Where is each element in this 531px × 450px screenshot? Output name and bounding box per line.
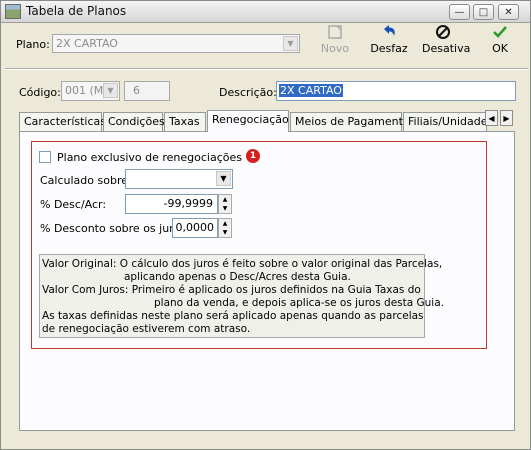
- desconto-juros-field[interactable]: 0,0000: [172, 218, 218, 238]
- tab-scroll-left-icon[interactable]: ◀: [485, 110, 498, 126]
- ok-button[interactable]: OK: [480, 24, 520, 62]
- undo-icon: [368, 24, 410, 42]
- desc-acr-value: -99,9999: [163, 197, 213, 210]
- descricao-field[interactable]: 2X CARTAO: [276, 81, 516, 101]
- info-line-1: Valor Original: O cálculo dos juros é fe…: [42, 258, 443, 270]
- plano-exclusivo-label: Plano exclusivo de renegociações: [57, 151, 242, 164]
- desc-acr-label: % Desc/Acr:: [40, 198, 107, 211]
- desconto-juros-value: 0,0000: [175, 221, 215, 234]
- tab-taxas[interactable]: Taxas: [164, 112, 206, 131]
- info-panel: Valor Original: O cálculo dos juros é fe…: [39, 254, 444, 338]
- info-line-3: Valor Com Juros: Primeiro é aplicado os …: [42, 284, 421, 296]
- plano-exclusivo-checkbox[interactable]: [39, 151, 51, 163]
- plano-label: Plano:: [16, 38, 50, 51]
- chevron-down-icon[interactable]: ▼: [216, 171, 231, 186]
- codigo-label: Código:: [19, 86, 61, 99]
- window: Tabela de Planos — □ ✕ Plano: 2X CARTAO …: [0, 0, 531, 450]
- prohibited-icon: [422, 24, 464, 42]
- desc-acr-field[interactable]: -99,9999: [125, 194, 218, 214]
- app-icon: [5, 4, 21, 19]
- codigo-number-field[interactable]: 6: [124, 81, 170, 101]
- chevron-down-icon[interactable]: ▼: [103, 83, 118, 98]
- chevron-down-icon[interactable]: ▼: [283, 36, 298, 51]
- divider: [5, 68, 528, 70]
- maximize-button[interactable]: □: [473, 4, 494, 20]
- checkmark-icon: [480, 24, 520, 42]
- spin-up-icon[interactable]: ▲: [219, 195, 231, 204]
- title-bar: Tabela de Planos — □ ✕: [1, 1, 530, 23]
- plano-value: 2X CARTAO: [56, 37, 118, 50]
- desc-acr-spinner[interactable]: ▲ ▼: [218, 194, 232, 214]
- tab-filiais-unidades[interactable]: Filiais/Unidades: [403, 112, 493, 131]
- desativa-label: Desativa: [422, 42, 471, 55]
- tab-renegociacao[interactable]: Renegociação: [207, 110, 289, 132]
- novo-button[interactable]: Novo: [314, 24, 356, 62]
- info-line-6: de renegociação estiverem com atraso.: [42, 323, 251, 335]
- info-badge: 1: [246, 149, 260, 163]
- spin-up-icon[interactable]: ▲: [219, 219, 231, 228]
- info-line-2: aplicando apenas o Desc/Acres desta Guia…: [124, 271, 351, 283]
- desconto-juros-label: % Desconto sobre os juros:: [40, 222, 190, 235]
- desconto-juros-spinner[interactable]: ▲ ▼: [218, 218, 232, 238]
- novo-label: Novo: [320, 42, 350, 55]
- spin-down-icon[interactable]: ▼: [219, 204, 231, 213]
- codigo-company-select[interactable]: 001 (MA ▼: [61, 81, 120, 101]
- desfaz-button[interactable]: Desfaz: [368, 24, 410, 62]
- close-button[interactable]: ✕: [498, 4, 519, 20]
- minimize-button[interactable]: —: [449, 4, 470, 20]
- toolbar: Plano: 2X CARTAO ▼ Novo Desfaz Desativa: [2, 24, 529, 64]
- descricao-value: 2X CARTAO: [279, 84, 343, 97]
- calculado-select[interactable]: ▼: [125, 169, 233, 189]
- tab-caracteristicas[interactable]: Características: [19, 112, 106, 131]
- info-line-5: As taxas definidas neste plano será apli…: [42, 310, 424, 322]
- tab-scroll-right-icon[interactable]: ▶: [500, 110, 513, 126]
- calculado-label: Calculado sobre:: [40, 174, 132, 187]
- ok-label: OK: [492, 42, 508, 55]
- new-document-icon: [314, 24, 356, 42]
- codigo-number-value: 6: [133, 84, 140, 97]
- plano-select[interactable]: 2X CARTAO ▼: [52, 34, 300, 53]
- descricao-label: Descrição:: [219, 86, 277, 99]
- tab-meios-de-pagamento[interactable]: Meios de Pagamento: [290, 112, 410, 131]
- info-line-4: plano da venda, e depois aplica-se os ju…: [154, 297, 444, 309]
- desfaz-label: Desfaz: [370, 42, 408, 55]
- spin-down-icon[interactable]: ▼: [219, 228, 231, 237]
- window-title: Tabela de Planos: [26, 4, 127, 18]
- desativa-button[interactable]: Desativa: [422, 24, 471, 62]
- tab-bar: Características Condições Taxas Renegoci…: [19, 110, 515, 132]
- tab-condicoes[interactable]: Condições: [103, 112, 165, 131]
